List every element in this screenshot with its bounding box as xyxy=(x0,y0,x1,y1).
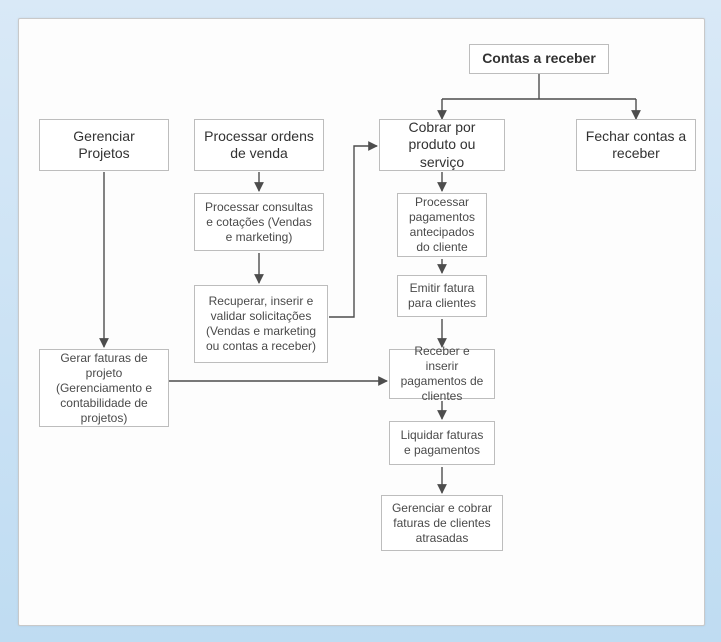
node-processar-ordens-venda: Processar ordens de venda xyxy=(194,119,324,171)
node-receber-inserir-pagamentos: Receber e inserir pagamentos de clientes xyxy=(389,349,495,399)
node-contas-a-receber: Contas a receber xyxy=(469,44,609,74)
node-fechar-contas-receber: Fechar contas a receber xyxy=(576,119,696,171)
node-emitir-fatura-clientes: Emitir fatura para clientes xyxy=(397,275,487,317)
node-processar-pagamentos-antecipados: Processar pagamentos antecipados do clie… xyxy=(397,193,487,257)
node-gerenciar-cobrar-atrasadas: Gerenciar e cobrar faturas de clientes a… xyxy=(381,495,503,551)
node-liquidar-faturas-pagamentos: Liquidar faturas e pagamentos xyxy=(389,421,495,465)
node-gerar-faturas-projeto: Gerar faturas de projeto (Gerenciamento … xyxy=(39,349,169,427)
node-cobrar-produto-servico: Cobrar por produto ou serviço xyxy=(379,119,505,171)
connectors-layer xyxy=(19,19,704,625)
node-processar-consultas-cotacoes: Processar consultas e cotações (Vendas e… xyxy=(194,193,324,251)
node-recuperar-validar-solicitacoes: Recuperar, inserir e validar solicitaçõe… xyxy=(194,285,328,363)
diagram-panel: Contas a receber Gerenciar Projetos Gera… xyxy=(18,18,705,626)
node-gerenciar-projetos: Gerenciar Projetos xyxy=(39,119,169,171)
